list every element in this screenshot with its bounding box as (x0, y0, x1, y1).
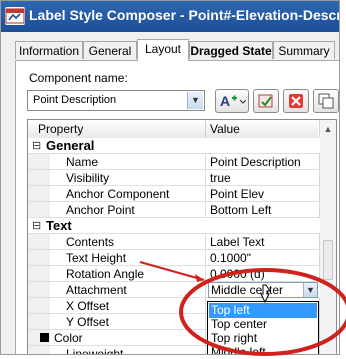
chevron-down-icon[interactable]: ▼ (187, 92, 203, 109)
chevron-down-icon[interactable]: ▼ (303, 283, 317, 297)
property-row[interactable]: Name Point Description (28, 154, 320, 170)
property-name: Color (54, 331, 83, 345)
add-text-icon: A (220, 93, 246, 109)
column-divider (205, 346, 206, 354)
column-divider (205, 266, 206, 282)
column-divider (205, 314, 206, 330)
svg-text:A: A (220, 93, 230, 109)
row-margin (28, 314, 50, 329)
property-name: Y Offset (66, 315, 109, 329)
tab-strip: Information General Layout Dragged State… (15, 39, 339, 61)
category-label: Text (46, 218, 72, 233)
property-name: Anchor Point (66, 203, 135, 217)
delete-component-button[interactable] (283, 89, 309, 113)
column-divider (205, 234, 206, 250)
tab-dragged-state[interactable]: Dragged State (189, 41, 273, 59)
row-margin (28, 186, 50, 201)
row-margin (28, 170, 50, 185)
category-text[interactable]: ⊟ Text (28, 218, 320, 234)
component-name-select[interactable]: Point Description ▼ (27, 90, 205, 111)
property-row[interactable]: Anchor Component Point Elev (28, 186, 320, 202)
copy-icon (318, 93, 334, 109)
column-divider (205, 282, 206, 298)
attachment-value: Middle center (211, 283, 284, 297)
property-value[interactable]: Bottom Left (210, 203, 271, 217)
property-value[interactable]: 0.1000" (210, 251, 251, 265)
component-settings-button[interactable] (253, 89, 279, 113)
category-general[interactable]: ⊟ General (28, 138, 320, 154)
copy-component-button[interactable] (313, 89, 339, 113)
column-divider (205, 250, 206, 266)
property-column-header[interactable]: Property (38, 122, 83, 136)
window-title: Label Style Composer - Point#-Elevation-… (29, 7, 340, 23)
collapse-toggle-icon[interactable]: ⊟ (32, 219, 41, 232)
option-top-left[interactable]: Top left (209, 303, 317, 318)
scroll-up-arrow-icon[interactable]: ▲ (322, 122, 334, 136)
option-top-center[interactable]: Top center (209, 317, 317, 332)
add-component-button[interactable]: A (215, 89, 249, 113)
title-bar: Label Style Composer - Point#-Elevation-… (1, 1, 339, 32)
row-margin (28, 346, 50, 354)
collapse-toggle-icon[interactable]: ⊟ (32, 139, 41, 152)
column-divider (205, 202, 206, 218)
value-column-header[interactable]: Value (210, 122, 240, 136)
tab-general[interactable]: General (83, 41, 137, 59)
column-divider (205, 298, 206, 314)
tab-summary[interactable]: Summary (273, 41, 335, 59)
delete-icon (289, 94, 303, 108)
color-swatch-icon (40, 333, 49, 342)
attachment-dropdown-list: Top left Top center Top right Middle lef… (207, 301, 319, 354)
column-divider (205, 330, 206, 346)
row-margin (28, 154, 50, 169)
property-name: Visibility (66, 171, 110, 185)
option-top-right[interactable]: Top right (209, 331, 317, 346)
property-value[interactable]: Label Text (210, 235, 265, 249)
column-divider (205, 170, 206, 186)
scroll-thumb[interactable] (323, 240, 333, 280)
column-divider (205, 186, 206, 202)
property-row[interactable]: Contents Label Text (28, 234, 320, 250)
row-margin (28, 266, 50, 281)
component-name-label: Component name: (29, 71, 128, 85)
property-name: Contents (66, 235, 115, 249)
row-margin (28, 202, 50, 217)
tab-information[interactable]: Information (15, 41, 83, 59)
property-name: Text Height (66, 251, 127, 265)
settings-icon (258, 94, 273, 108)
attachment-select[interactable]: Middle center ▼ (208, 282, 318, 298)
column-divider (205, 120, 206, 138)
category-label: General (46, 138, 95, 153)
property-value[interactable]: true (210, 171, 231, 185)
property-row[interactable]: Anchor Point Bottom Left (28, 202, 320, 218)
vertical-scrollbar[interactable]: ▲ (319, 120, 336, 354)
row-margin (28, 250, 50, 265)
property-name: X Offset (66, 299, 110, 313)
property-value[interactable]: Point Elev (210, 187, 264, 201)
column-divider (205, 154, 206, 170)
property-name: Lineweight (66, 347, 124, 355)
property-name: Attachment (66, 283, 127, 297)
property-row[interactable]: Text Height 0.1000" (28, 250, 320, 266)
property-row-attachment[interactable]: Attachment Middle center ▼ (28, 282, 320, 298)
property-value[interactable]: 0.0000 (d) (210, 267, 265, 281)
property-name: Anchor Component (66, 187, 170, 201)
property-name: Name (66, 155, 99, 169)
tab-layout[interactable]: Layout (137, 39, 189, 61)
property-row[interactable]: Visibility true (28, 170, 320, 186)
property-row[interactable]: Rotation Angle 0.0000 (d) (28, 266, 320, 282)
component-name-value: Point Description (33, 94, 117, 106)
label-style-composer-window: Label Style Composer - Point#-Elevation-… (0, 0, 340, 355)
property-value[interactable]: Point Description (210, 155, 301, 169)
row-margin (28, 298, 50, 313)
option-middle-left[interactable]: Middle left (209, 345, 317, 354)
row-margin (28, 234, 50, 249)
property-name: Rotation Angle (66, 267, 145, 281)
app-icon (5, 7, 25, 25)
grid-header: Property Value (28, 120, 318, 139)
row-margin (28, 282, 50, 297)
